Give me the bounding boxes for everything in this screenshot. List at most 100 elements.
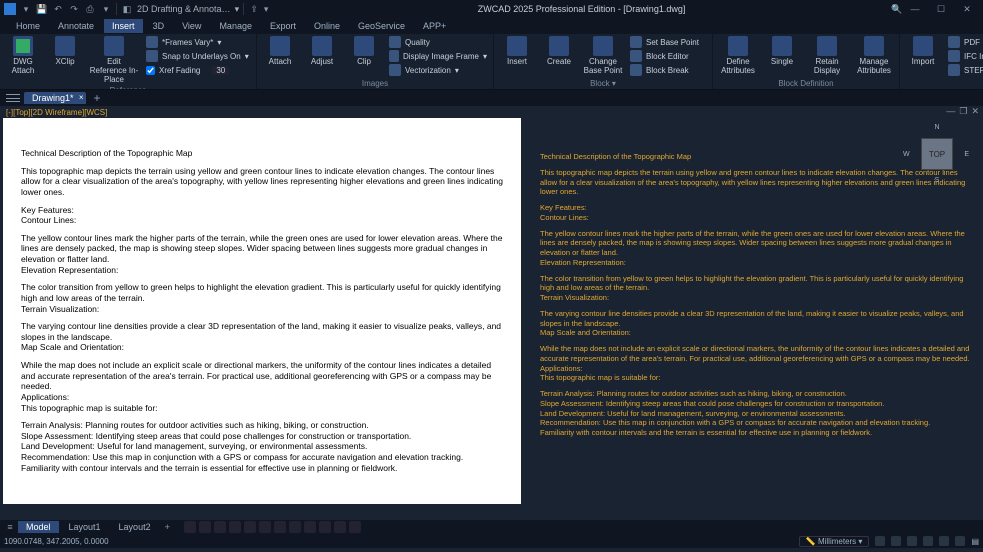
tab-export[interactable]: Export [262, 19, 304, 33]
block-editor-button[interactable]: Block Editor [627, 49, 709, 63]
change-basepoint-button[interactable]: Change Base Point [581, 35, 625, 77]
panel-label: Import [903, 78, 983, 88]
viewcube-face[interactable]: TOP [921, 138, 953, 170]
doc-l5: Familiarity with contour intervals and t… [21, 463, 397, 473]
clip-button[interactable]: Clip [344, 35, 384, 68]
tab-online[interactable]: Online [306, 19, 348, 33]
redo-icon[interactable]: ↷ [68, 3, 80, 15]
status-menu-icon[interactable]: ▤ [971, 537, 979, 546]
attach-image-button[interactable]: Attach [260, 35, 300, 68]
manage-attrs-button[interactable]: Manage Attributes [852, 35, 896, 77]
doc-keyfeatures: Key Features: [21, 205, 74, 215]
single-button[interactable]: Single [762, 35, 802, 68]
tab-annotate[interactable]: Annotate [50, 19, 102, 33]
doc-p1: This topographic map depicts the terrain… [21, 166, 503, 198]
tab-insert[interactable]: Insert [104, 19, 143, 33]
share-icon[interactable]: ⇪ [248, 3, 260, 15]
vp-restore-button[interactable]: ❐ [959, 106, 967, 117]
status-icon-2[interactable] [891, 536, 901, 546]
doc-tab[interactable]: Drawing1*× [24, 92, 86, 104]
dyn-toggle-icon[interactable] [274, 521, 286, 533]
ortho-toggle-icon[interactable] [214, 521, 226, 533]
compass-n[interactable]: N [934, 124, 939, 131]
new-icon[interactable]: ▾ [20, 3, 32, 15]
drawing-canvas[interactable]: [-][Top][2D Wireframe][WCS] — ❐ ✕ Techni… [0, 106, 983, 520]
edit-reference-button[interactable]: Edit Reference In-Place [87, 35, 141, 85]
vp-close-button[interactable]: ✕ [971, 106, 979, 117]
lwt-toggle-icon[interactable] [289, 521, 301, 533]
divider [116, 3, 117, 15]
minimize-button[interactable]: — [903, 2, 927, 16]
vp-minimize-button[interactable]: — [946, 106, 955, 117]
tab-3d[interactable]: 3D [145, 19, 173, 33]
close-tab-icon[interactable]: × [79, 93, 84, 102]
hamburger-icon[interactable] [6, 92, 20, 104]
compass-s[interactable]: S [935, 177, 940, 184]
display-frame-button[interactable]: Display Image Frame ▾ [386, 49, 490, 63]
maximize-button[interactable]: ☐ [929, 2, 953, 16]
osnap-toggle-icon[interactable] [244, 521, 256, 533]
xref-fading-row[interactable]: Xref Fading30 [143, 63, 253, 77]
layout2-tab[interactable]: Layout2 [111, 521, 159, 533]
save-icon[interactable]: 💾 [36, 3, 48, 15]
tab-view[interactable]: View [174, 19, 209, 33]
xref-fading-value[interactable]: 30 [212, 66, 229, 75]
vectorization-button[interactable]: Vectorization ▾ [386, 63, 490, 77]
view-cube[interactable]: N S E W TOP [909, 126, 965, 182]
model-tab[interactable]: Model [18, 521, 59, 533]
retain-display-button[interactable]: Retain Display [804, 35, 850, 77]
layout1-tab[interactable]: Layout1 [61, 521, 109, 533]
grid-toggle-icon[interactable] [184, 521, 196, 533]
xclip-button[interactable]: XClip [45, 35, 85, 68]
defattr-icon [728, 36, 748, 56]
compass-e[interactable]: E [964, 151, 969, 158]
tab-home[interactable]: Home [8, 19, 48, 33]
quality-button[interactable]: Quality [386, 35, 490, 49]
tab-manage[interactable]: Manage [211, 19, 260, 33]
import-button[interactable]: Import [903, 35, 943, 68]
step-import-button[interactable]: STEP Import [945, 63, 983, 77]
frames-dropdown[interactable]: *Frames Vary* ▾ [143, 35, 253, 49]
close-button[interactable]: ✕ [955, 2, 979, 16]
pdf-import-button[interactable]: PDF Import [945, 35, 983, 49]
qat-dropdown-icon[interactable]: ▾ [260, 3, 272, 15]
add-layout-button[interactable]: + [161, 522, 174, 532]
status-icon-1[interactable] [875, 536, 885, 546]
otrack-toggle-icon[interactable] [259, 521, 271, 533]
tab-geoservice[interactable]: GeoService [350, 19, 413, 33]
app-icon[interactable] [4, 3, 16, 15]
more-qat-icon[interactable]: ▾ [100, 3, 112, 15]
workspace-selector[interactable]: ◧ 2D Drafting & Annota… ▾ [121, 3, 239, 15]
status-icon-5[interactable] [939, 536, 949, 546]
snap-toggle-icon[interactable] [199, 521, 211, 533]
compass-w[interactable]: W [903, 151, 910, 158]
layout-anchor-icon[interactable]: ≡ [4, 522, 16, 532]
snap-underlays-toggle[interactable]: Snap to Underlays On ▾ [143, 49, 253, 63]
insert-block-button[interactable]: Insert [497, 35, 537, 68]
add-tab-button[interactable]: + [90, 91, 105, 105]
print-icon[interactable]: ⎙ [84, 3, 96, 15]
block-break-button[interactable]: Block Break [627, 63, 709, 77]
polar-toggle-icon[interactable] [229, 521, 241, 533]
undo-icon[interactable]: ↶ [52, 3, 64, 15]
viewport-label[interactable]: [-][Top][2D Wireframe][WCS] [6, 108, 107, 117]
units-display[interactable]: 📏 Millimeters ▾ [799, 536, 870, 547]
search-icon[interactable]: 🔍 [891, 3, 903, 15]
panel-import: Import PDF Import IFC Import STEP Import… [900, 34, 983, 89]
tab-appplus[interactable]: APP+ [415, 19, 454, 33]
annomonitor-toggle-icon[interactable] [334, 521, 346, 533]
dwg-attach-button[interactable]: DWG Attach [3, 35, 43, 77]
status-icon-4[interactable] [923, 536, 933, 546]
status-icon-6[interactable] [955, 536, 965, 546]
transparency-toggle-icon[interactable] [304, 521, 316, 533]
create-block-button[interactable]: Create [539, 35, 579, 68]
qprops-toggle-icon[interactable] [349, 521, 361, 533]
xref-fading-check[interactable] [146, 66, 155, 75]
cycle-toggle-icon[interactable] [319, 521, 331, 533]
ifc-import-button[interactable]: IFC Import [945, 49, 983, 63]
set-basepoint-button[interactable]: Set Base Point [627, 35, 709, 49]
status-icon-3[interactable] [907, 536, 917, 546]
adjust-button[interactable]: Adjust [302, 35, 342, 68]
define-attrs-button[interactable]: Define Attributes [716, 35, 760, 77]
coordinate-readout[interactable]: 1090.0748, 347.2005, 0.0000 [4, 537, 109, 546]
